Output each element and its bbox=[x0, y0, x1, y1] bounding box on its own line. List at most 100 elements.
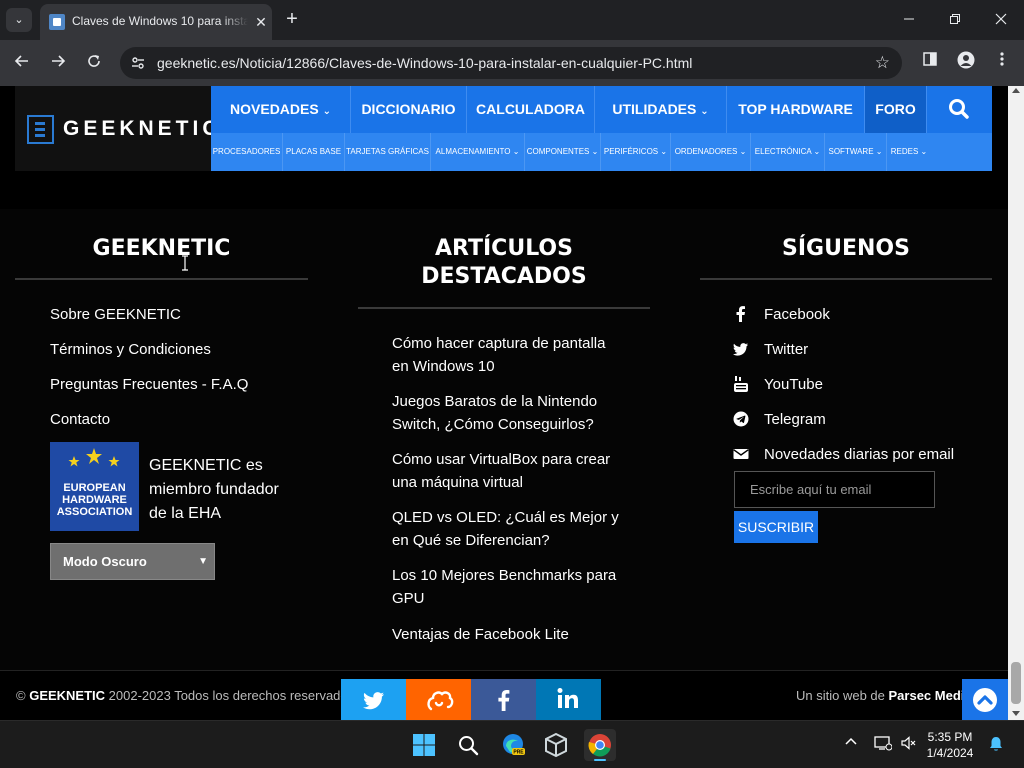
web-page: GEEKNETIC NOVEDADES ⌄ DICCIONARIO CALCUL… bbox=[0, 86, 1008, 720]
chevron-up-circle-icon bbox=[973, 688, 997, 712]
social-newsletter[interactable]: Novedades diarias por email bbox=[764, 443, 954, 466]
browser-menu-icon[interactable] bbox=[990, 51, 1014, 75]
restore-window-icon[interactable] bbox=[940, 8, 970, 32]
article-link-qled-oled[interactable]: QLED vs OLED: ¿Cuál es Mejor y en Qué se … bbox=[392, 506, 619, 552]
network-display-icon[interactable] bbox=[874, 735, 893, 754]
scroll-to-top-button[interactable] bbox=[962, 679, 1008, 720]
bookmark-star-icon[interactable]: ☆ bbox=[875, 53, 890, 73]
minimize-window-icon[interactable] bbox=[894, 8, 924, 32]
system-clock[interactable]: 5:35 PM 1/4/2024 bbox=[918, 729, 982, 761]
footer-col2-divider bbox=[358, 307, 650, 309]
telegram-icon bbox=[733, 411, 749, 427]
nav-calculadora[interactable]: CALCULADORA bbox=[467, 86, 595, 133]
nav-top-hardware[interactable]: TOP HARDWARE bbox=[727, 86, 865, 133]
back-icon[interactable] bbox=[10, 51, 34, 75]
link-terminos[interactable]: Términos y Condiciones bbox=[50, 338, 211, 361]
browser-tab-bar: ⌄ Claves de Windows 10 para instalar en … bbox=[0, 0, 1024, 40]
close-window-icon[interactable] bbox=[986, 8, 1016, 32]
social-telegram[interactable]: Telegram bbox=[764, 408, 826, 431]
close-tab-icon[interactable]: ✕ bbox=[252, 13, 270, 31]
linkedin-icon bbox=[557, 688, 578, 708]
footer-col-geeknetic-title: GEEKNETIC bbox=[92, 236, 231, 261]
article-link-facebook-lite[interactable]: Ventajas de Facebook Lite bbox=[392, 623, 569, 646]
page-scrollbar[interactable] bbox=[1008, 86, 1024, 720]
primary-menu: NOVEDADES ⌄ DICCIONARIO CALCULADORA UTIL… bbox=[211, 86, 992, 133]
logo-text: GEEKNETIC bbox=[63, 117, 222, 140]
email-input[interactable]: Escribe aquí tu email bbox=[734, 471, 935, 508]
url-text[interactable]: geeknetic.es/Noticia/12866/Claves-de-Win… bbox=[157, 55, 692, 71]
subnav-electronica[interactable]: ELECTRÓNICA ⌄ bbox=[751, 133, 825, 171]
subnav-ordenadores[interactable]: ORDENADORES ⌄ bbox=[671, 133, 751, 171]
link-contacto[interactable]: Contacto bbox=[50, 408, 110, 431]
side-panel-icon[interactable] bbox=[918, 51, 942, 75]
nav-utilidades[interactable]: UTILIDADES ⌄ bbox=[595, 86, 727, 133]
eu-stars-icon bbox=[68, 448, 120, 467]
subnav-almacenamiento[interactable]: ALMACENAMIENTO ⌄ bbox=[431, 133, 525, 171]
text-cursor-icon bbox=[180, 255, 190, 271]
nav-search-icon[interactable] bbox=[927, 86, 992, 133]
social-facebook[interactable]: Facebook bbox=[764, 303, 830, 326]
nav-novedades[interactable]: NOVEDADES ⌄ bbox=[211, 86, 351, 133]
main-navigation: NOVEDADES ⌄ DICCIONARIO CALCULADORA UTIL… bbox=[211, 86, 992, 171]
theme-mode-select[interactable]: Modo Oscuro ▼ bbox=[50, 543, 215, 580]
reload-icon[interactable] bbox=[82, 51, 106, 75]
forward-icon[interactable] bbox=[46, 51, 70, 75]
active-tab[interactable]: Claves de Windows 10 para instalar en cu… bbox=[40, 4, 272, 40]
share-linkedin-button[interactable] bbox=[536, 679, 601, 720]
footer-col1-divider bbox=[15, 278, 308, 280]
article-link-benchmarks[interactable]: Los 10 Mejores Benchmarks para GPU bbox=[392, 564, 616, 610]
scrollbar-thumb[interactable] bbox=[1011, 662, 1021, 704]
chrome-icon[interactable] bbox=[584, 729, 616, 761]
link-faq[interactable]: Preguntas Frecuentes - F.A.Q bbox=[50, 373, 248, 396]
social-youtube[interactable]: YouTube bbox=[764, 373, 823, 396]
article-link-virtualbox[interactable]: Cómo usar VirtualBox para crear una máqui… bbox=[392, 448, 610, 494]
notification-bell-icon[interactable] bbox=[988, 735, 1004, 756]
edge-beta-icon[interactable]: PRE bbox=[497, 729, 529, 761]
subnav-perifericos[interactable]: PERIFÉRICOS ⌄ bbox=[601, 133, 671, 171]
subnav-placas-base[interactable]: PLACAS BASE bbox=[283, 133, 345, 171]
footer-col3-divider bbox=[700, 278, 992, 280]
profile-avatar-icon[interactable] bbox=[954, 51, 978, 75]
nav-diccionario[interactable]: DICCIONARIO bbox=[351, 86, 467, 133]
subnav-redes[interactable]: REDES ⌄ bbox=[887, 133, 931, 171]
subscribe-button[interactable]: SUSCRIBIR bbox=[734, 511, 818, 543]
facebook-icon bbox=[733, 306, 749, 322]
eha-description: GEEKNETIC es miembro fundador de la EHA bbox=[149, 457, 279, 522]
article-link-nintendo[interactable]: Juegos Baratos de la Nintendo Switch, ¿Có… bbox=[392, 390, 597, 436]
show-hidden-icons-chevron-icon[interactable] bbox=[844, 735, 858, 752]
article-link-captura[interactable]: Cómo hacer captura de pantalla en Windows… bbox=[392, 332, 605, 378]
share-facebook-button[interactable] bbox=[471, 679, 536, 720]
virtualbox-icon[interactable] bbox=[540, 729, 572, 761]
copyright-text: © GEEKNETIC 2002-2023 Todos los derechos… bbox=[16, 688, 355, 703]
scroll-down-arrow-icon[interactable] bbox=[1012, 711, 1020, 716]
site-logo[interactable]: GEEKNETIC bbox=[15, 86, 218, 171]
twitter-icon bbox=[733, 341, 749, 357]
windows-taskbar: PRE 5:35 PM 1/4/2024 bbox=[0, 720, 1024, 768]
share-twitter-button[interactable] bbox=[341, 679, 406, 720]
subnav-software[interactable]: SOFTWARE ⌄ bbox=[825, 133, 887, 171]
secondary-menu: PROCESADORES PLACAS BASE TARJETAS GRÁFIC… bbox=[211, 133, 992, 171]
subnav-procesadores[interactable]: PROCESADORES bbox=[211, 133, 283, 171]
clock-time: 5:35 PM bbox=[927, 730, 973, 744]
subnav-tarjetas-graficas[interactable]: TARJETAS GRÁFICAS bbox=[345, 133, 431, 171]
link-sobre-geeknetic[interactable]: Sobre GEEKNETIC bbox=[50, 303, 181, 326]
publisher-credit: Un sitio web de Parsec Media bbox=[796, 688, 972, 703]
site-info-icon[interactable] bbox=[130, 55, 146, 71]
nav-foro[interactable]: FORO bbox=[865, 86, 927, 133]
new-tab-button[interactable]: + bbox=[280, 8, 304, 32]
screen: ⌄ Claves de Windows 10 para instalar en … bbox=[0, 0, 1024, 768]
subnav-componentes[interactable]: COMPONENTES ⌄ bbox=[525, 133, 601, 171]
browser-toolbar: geeknetic.es/Noticia/12866/Claves-de-Win… bbox=[0, 40, 1024, 86]
windows-start-icon[interactable] bbox=[408, 729, 440, 761]
taskbar-search-icon[interactable] bbox=[452, 729, 484, 761]
scroll-up-arrow-icon[interactable] bbox=[1012, 88, 1020, 93]
site-footer: GEEKNETIC Sobre GEEKNETIC Términos y Con… bbox=[0, 209, 1008, 720]
site-header: GEEKNETIC NOVEDADES ⌄ DICCIONARIO CALCUL… bbox=[15, 86, 992, 171]
eha-badge[interactable]: EUROPEAN HARDWARE ASSOCIATION bbox=[50, 442, 139, 531]
twitter-icon bbox=[363, 692, 384, 710]
volume-muted-icon[interactable] bbox=[900, 735, 916, 754]
social-twitter[interactable]: Twitter bbox=[764, 338, 808, 361]
tab-search-button[interactable]: ⌄ bbox=[6, 8, 32, 32]
share-meneame-button[interactable] bbox=[406, 679, 471, 720]
address-bar[interactable]: geeknetic.es/Noticia/12866/Claves-de-Win… bbox=[120, 47, 902, 79]
